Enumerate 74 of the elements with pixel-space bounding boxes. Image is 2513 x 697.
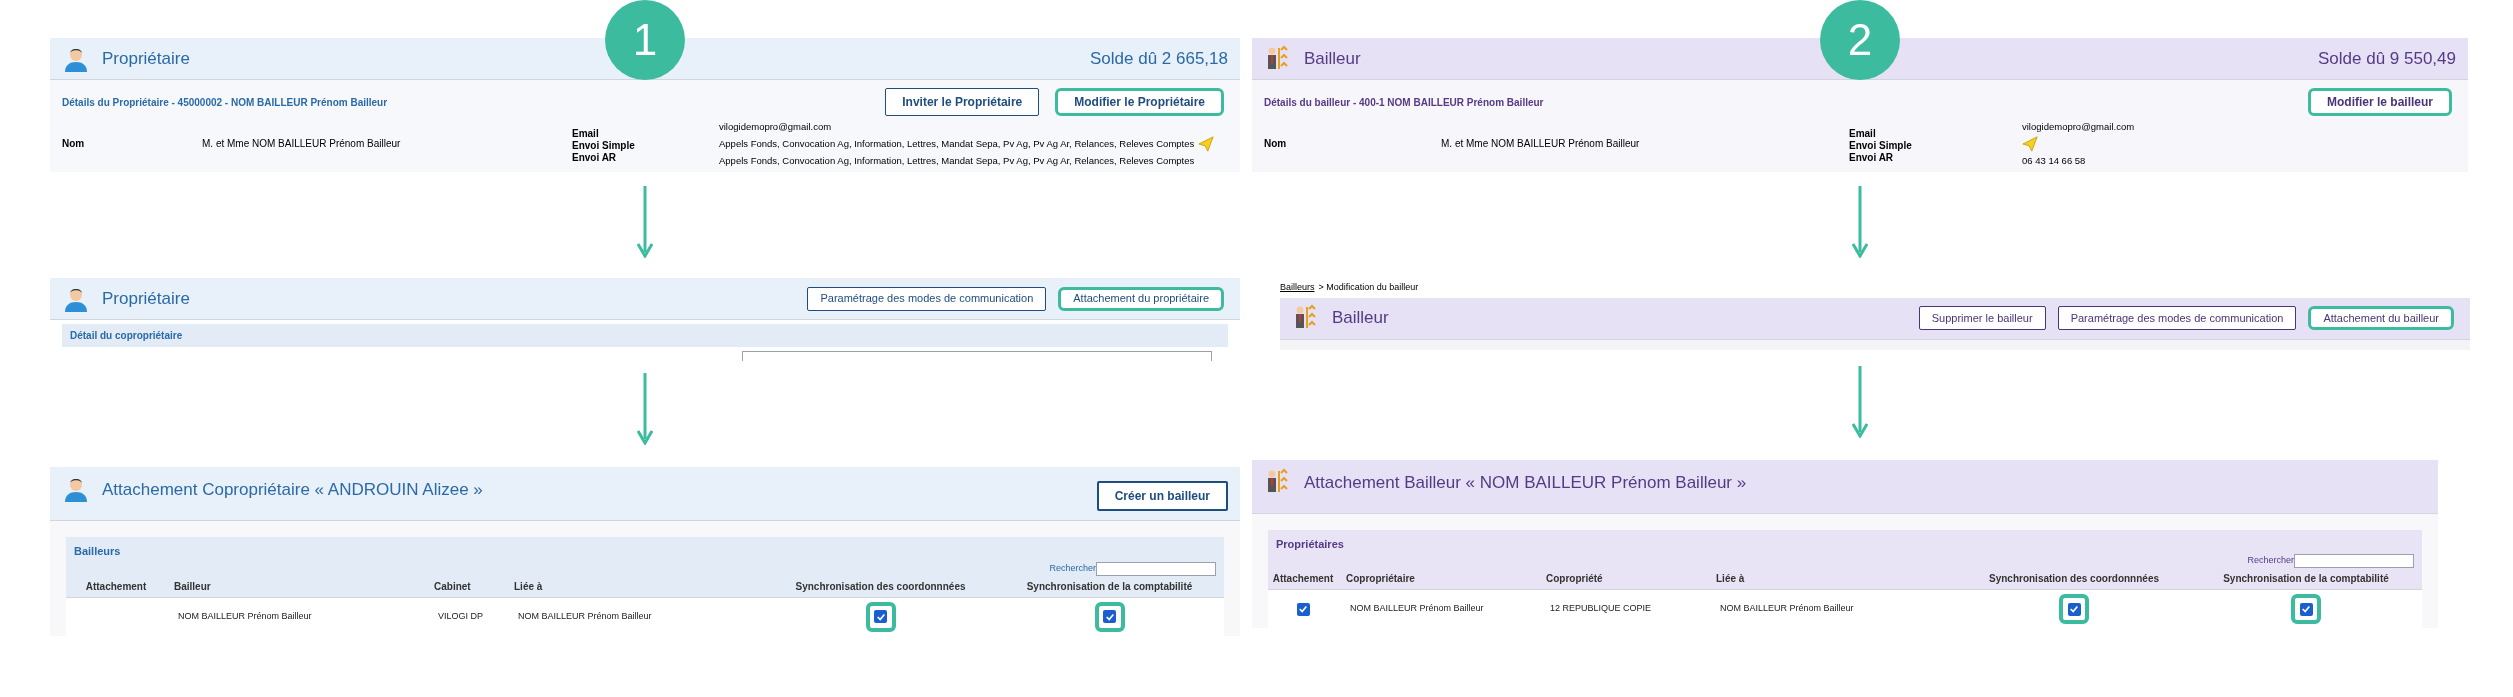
section-header: Détail du copropriétaire <box>62 324 1228 347</box>
breadcrumb-link[interactable]: Bailleurs <box>1280 281 1315 295</box>
search-field[interactable] <box>2294 554 2414 568</box>
column-header: Synchronisation de la comptabilité <box>2222 572 2390 586</box>
table-cell-text: NOM BAILLEUR Prénom Bailleur <box>177 609 313 623</box>
table-cell-text: VILOGI DP <box>437 609 484 623</box>
section-title: Propriétaires <box>1275 536 1345 552</box>
button[interactable]: Paramétrage des modes de communication <box>2057 306 2297 330</box>
send-icon <box>1198 136 1215 152</box>
search-label: Rechercher <box>1049 561 1096 575</box>
field-value: Appels Fonds, Convocation Ag, Information, Lettres, Mandat Sepa, Pv Ag, Pv Ag Ar, Relances, Releves Comptes <box>719 138 1195 150</box>
column-header: Copropriétaire <box>1345 572 1416 586</box>
field-label: Nom <box>1264 138 1287 150</box>
table-cell-text: 12 REPUBLIQUE COPIE <box>1549 602 1653 616</box>
column-header: Attachement <box>1271 572 1335 586</box>
step-number: 2 <box>1820 0 1900 80</box>
field-value: M. et Mme NOM BAILLEUR Prénom Bailleur <box>1441 138 1640 150</box>
down-arrow <box>637 373 653 445</box>
field-value: vilogidemopro@gmail.com <box>719 121 832 133</box>
checkbox[interactable] <box>2299 602 2313 616</box>
field-label: Envoi AR <box>1849 152 1895 164</box>
column-header: Cabinet <box>433 579 472 594</box>
section-title: Bailleurs <box>73 544 122 559</box>
down-arrow <box>1852 186 1868 258</box>
column-header: Synchronisation des coordonnnées <box>1988 572 2160 586</box>
card-title: Bailleur <box>1304 47 1361 70</box>
field-label: Envoi AR <box>572 152 618 164</box>
checkbox[interactable] <box>1103 610 1116 623</box>
send-icon <box>2022 136 2038 152</box>
details-heading: Détails du Propriétaire - 45000002 - NOM BAILLEUR Prénom Bailleur <box>62 95 388 110</box>
page-title: Bailleur <box>1332 307 1389 330</box>
search-label: Rechercher <box>2247 554 2294 568</box>
column-header: Bailleur <box>173 579 212 594</box>
checkbox[interactable] <box>1296 602 1310 616</box>
field-value: Appels Fonds, Convocation Ag, Information, Lettres, Mandat Sepa, Pv Ag, Pv Ag Ar, Relances, Releves Comptes <box>719 155 1195 167</box>
checkbox[interactable] <box>874 610 887 623</box>
button[interactable]: Attachement du bailleur <box>2308 306 2454 330</box>
column-header: Liée à <box>513 579 544 594</box>
input-field[interactable] <box>742 351 1212 361</box>
button[interactable]: Supprimer le bailleur <box>1918 306 2046 330</box>
button[interactable]: Modifier le Propriétaire <box>1055 88 1224 116</box>
field-label: Envoi Simple <box>1849 140 1913 152</box>
step-number: 1 <box>605 0 685 80</box>
balance: Solde dû 2 665,18 <box>1090 47 1228 70</box>
column-header: Attachement <box>84 579 148 594</box>
button[interactable]: Modifier le bailleur <box>2307 88 2452 116</box>
field-label: Email <box>572 128 600 140</box>
button[interactable]: Attachement du propriétaire <box>1058 286 1224 311</box>
card-title: Propriétaire <box>102 47 190 70</box>
column-header: Synchronisation de la comptabilité <box>1025 579 1194 594</box>
table-cell-text: NOM BAILLEUR Prénom Bailleur <box>1349 602 1485 616</box>
field-label: Envoi Simple <box>572 140 636 152</box>
table-cell-text: NOM BAILLEUR Prénom Bailleur <box>1719 602 1855 616</box>
checkbox[interactable] <box>2067 602 2081 616</box>
field-value: M. et Mme NOM BAILLEUR Prénom Bailleur <box>202 138 401 150</box>
create-button[interactable]: Créer un bailleur <box>1096 481 1228 511</box>
button[interactable]: Paramétrage des modes de communication <box>807 286 1047 311</box>
page-title: Attachement Copropriétaire « ANDROUIN Alizee » <box>102 479 483 501</box>
page-title: Attachement Bailleur « NOM BAILLEUR Prénom Bailleur » <box>1304 471 1747 494</box>
balance: Solde dû 9 550,49 <box>2318 47 2456 70</box>
page-title: Propriétaire <box>102 287 190 310</box>
field-value: vilogidemopro@gmail.com <box>2022 121 2135 133</box>
table-cell-text: NOM BAILLEUR Prénom Bailleur <box>517 609 653 623</box>
field-label: Nom <box>62 138 85 150</box>
column-header: Copropriété <box>1545 572 1604 586</box>
breadcrumb-text: > Modification du bailleur <box>1318 281 1419 294</box>
column-header: Synchronisation des coordonnnées <box>794 579 967 594</box>
button[interactable]: Inviter le Propriétaire <box>885 88 1040 116</box>
column-header: Liée à <box>1715 572 1746 586</box>
down-arrow <box>637 186 653 258</box>
search-field[interactable] <box>1096 561 1216 576</box>
field-label: Email <box>1849 128 1877 140</box>
details-heading: Détails du bailleur - 400-1 NOM BAILLEUR Prénom Bailleur <box>1264 95 1544 110</box>
field-value: 06 43 14 66 58 <box>2022 155 2086 167</box>
